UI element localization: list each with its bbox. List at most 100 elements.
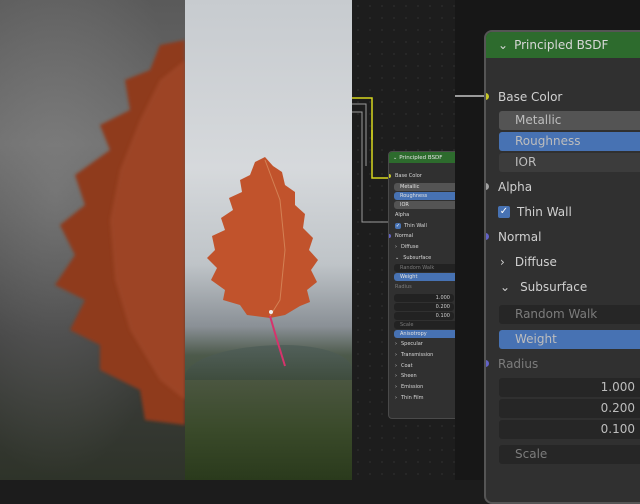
panel-specular[interactable]: › Specular: [389, 339, 459, 350]
ior-label: IOR: [400, 201, 409, 208]
socket-yellow-icon[interactable]: [486, 93, 489, 100]
thin-wall-label: Thin Wall: [404, 222, 427, 229]
normal-label-zoomed: Normal: [498, 229, 542, 244]
chevron-right-icon[interactable]: ›: [395, 363, 397, 369]
roughness-field-zoomed[interactable]: Roughness: [499, 132, 640, 151]
checkmark-icon[interactable]: ✓: [498, 205, 510, 218]
panel-diffuse[interactable]: › Diffuse: [389, 242, 459, 253]
chevron-down-icon[interactable]: ⌄: [498, 38, 508, 52]
radius-z-value: 0.100: [435, 312, 450, 319]
coat-label: Coat: [401, 362, 413, 369]
base-color-label-zoomed: Base Color: [498, 89, 563, 104]
transmission-label: Transmission: [401, 351, 434, 358]
radius-x-field-zoomed[interactable]: 1.000: [499, 378, 640, 397]
roughness-field[interactable]: Roughness: [394, 191, 458, 200]
subsurface-label-zoomed: Subsurface: [520, 279, 588, 294]
principled-bsdf-node-small[interactable]: ⌄ Principled BSDF Base Color Metallic Ro…: [388, 151, 460, 419]
emission-label: Emission: [401, 383, 424, 390]
leaf-image: [207, 157, 318, 367]
node-header[interactable]: ⌄ Principled BSDF: [389, 152, 459, 163]
metallic-field-zoomed[interactable]: Metallic: [499, 111, 640, 130]
alpha-label: Alpha: [395, 212, 410, 219]
node-title-zoomed: Principled BSDF: [514, 38, 609, 52]
leaf-photo: [185, 0, 352, 480]
socket-row-normal-zoomed[interactable]: Normal: [486, 224, 640, 249]
radius-x-value: 1.000: [435, 294, 450, 301]
panel-subsurface[interactable]: ⌄ Subsurface: [389, 252, 459, 263]
socket-gray-icon[interactable]: [486, 183, 489, 190]
subsurface-method-select[interactable]: Random Walk: [394, 264, 458, 273]
radius-x-field[interactable]: 1.000: [394, 293, 454, 302]
thin-film-label: Thin Film: [401, 394, 424, 401]
normal-label: Normal: [395, 233, 414, 240]
socket-row-alpha[interactable]: Alpha: [389, 210, 459, 221]
principled-bsdf-node-zoomed[interactable]: ⌄ Principled BSDF Base Color Metallic Ro…: [484, 30, 640, 504]
diffuse-label-zoomed: Diffuse: [514, 254, 557, 269]
blurred-leaf-image: [55, 40, 185, 425]
radius-label: Radius: [395, 284, 412, 291]
scale-field[interactable]: Scale: [394, 320, 458, 329]
chevron-right-icon[interactable]: ›: [395, 373, 397, 379]
chevron-right-icon[interactable]: ›: [500, 255, 505, 269]
chevron-right-icon[interactable]: ›: [395, 341, 397, 347]
subsurface-label: Subsurface: [403, 254, 432, 261]
checkmark-icon[interactable]: ✓: [395, 222, 401, 229]
scale-label: Scale: [400, 321, 414, 328]
socket-purple-icon: [486, 360, 489, 367]
ior-label-zoomed: IOR: [515, 155, 537, 169]
subsurface-method-select-zoomed[interactable]: Random Walk: [499, 305, 640, 324]
thin-wall-row-zoomed[interactable]: ✓ Thin Wall: [486, 199, 640, 224]
radius-y-field-zoomed[interactable]: 0.200: [499, 399, 640, 418]
thin-wall-row[interactable]: ✓ Thin Wall: [389, 220, 459, 231]
socket-purple-icon[interactable]: [486, 233, 489, 240]
node-header-zoomed[interactable]: ⌄ Principled BSDF: [486, 32, 640, 58]
roughness-label-zoomed: Roughness: [515, 134, 581, 148]
weight-field[interactable]: Weight: [394, 273, 458, 282]
chevron-right-icon[interactable]: ›: [395, 244, 397, 250]
radius-label-zoomed: Radius: [498, 356, 539, 371]
anisotropy-field[interactable]: Anisotropy: [394, 329, 458, 338]
ior-field-zoomed[interactable]: IOR: [499, 153, 640, 172]
metallic-field[interactable]: Metallic: [394, 182, 458, 191]
panel-coat[interactable]: › Coat: [389, 360, 459, 371]
socket-row-alpha-zoomed[interactable]: Alpha: [486, 174, 640, 199]
blurred-leaf-photo: [0, 0, 185, 480]
panel-sheen[interactable]: › Sheen: [389, 371, 459, 382]
socket-row-base-color-zoomed[interactable]: Base Color: [486, 84, 640, 109]
chevron-down-icon[interactable]: ⌄: [500, 280, 510, 294]
chevron-down-icon[interactable]: ⌄: [393, 155, 397, 161]
panel-subsurface-zoomed[interactable]: ⌄ Subsurface: [486, 274, 640, 299]
thin-wall-label-zoomed: Thin Wall: [517, 204, 572, 219]
panel-thin-film[interactable]: › Thin Film: [389, 392, 459, 403]
socket-purple-icon[interactable]: [389, 234, 391, 239]
radius-label-row-zoomed: Radius: [486, 351, 640, 376]
chevron-right-icon[interactable]: ›: [395, 384, 397, 390]
ior-field[interactable]: IOR: [394, 200, 458, 209]
scale-field-zoomed[interactable]: Scale: [499, 445, 640, 464]
specular-label: Specular: [401, 341, 423, 348]
socket-row-normal[interactable]: Normal: [389, 231, 459, 242]
radius-y-field[interactable]: 0.200: [394, 302, 454, 311]
sheen-label: Sheen: [401, 373, 417, 380]
panel-diffuse-zoomed[interactable]: › Diffuse: [486, 249, 640, 274]
radius-y-value-zoomed: 0.200: [600, 401, 635, 415]
socket-row-base-color[interactable]: Base Color: [389, 171, 459, 182]
alpha-label-zoomed: Alpha: [498, 179, 533, 194]
radius-z-field-zoomed[interactable]: 0.100: [499, 420, 640, 439]
scale-label-zoomed: Scale: [515, 447, 548, 461]
radius-label-row: Radius: [389, 282, 459, 293]
chevron-right-icon[interactable]: ›: [395, 352, 397, 358]
radius-y-value: 0.200: [435, 303, 450, 310]
roughness-label: Roughness: [400, 192, 428, 199]
chevron-right-icon[interactable]: ›: [395, 395, 397, 401]
socket-yellow-icon[interactable]: [389, 174, 391, 178]
weight-field-zoomed[interactable]: Weight: [499, 330, 640, 349]
base-color-label: Base Color: [395, 173, 422, 180]
radius-z-value-zoomed: 0.100: [600, 422, 635, 436]
metallic-label: Metallic: [400, 183, 420, 190]
panel-emission[interactable]: › Emission: [389, 382, 459, 393]
radius-z-field[interactable]: 0.100: [394, 311, 454, 320]
chevron-down-icon[interactable]: ⌄: [395, 255, 399, 261]
panel-transmission[interactable]: › Transmission: [389, 350, 459, 361]
weight-label-zoomed: Weight: [515, 332, 557, 346]
